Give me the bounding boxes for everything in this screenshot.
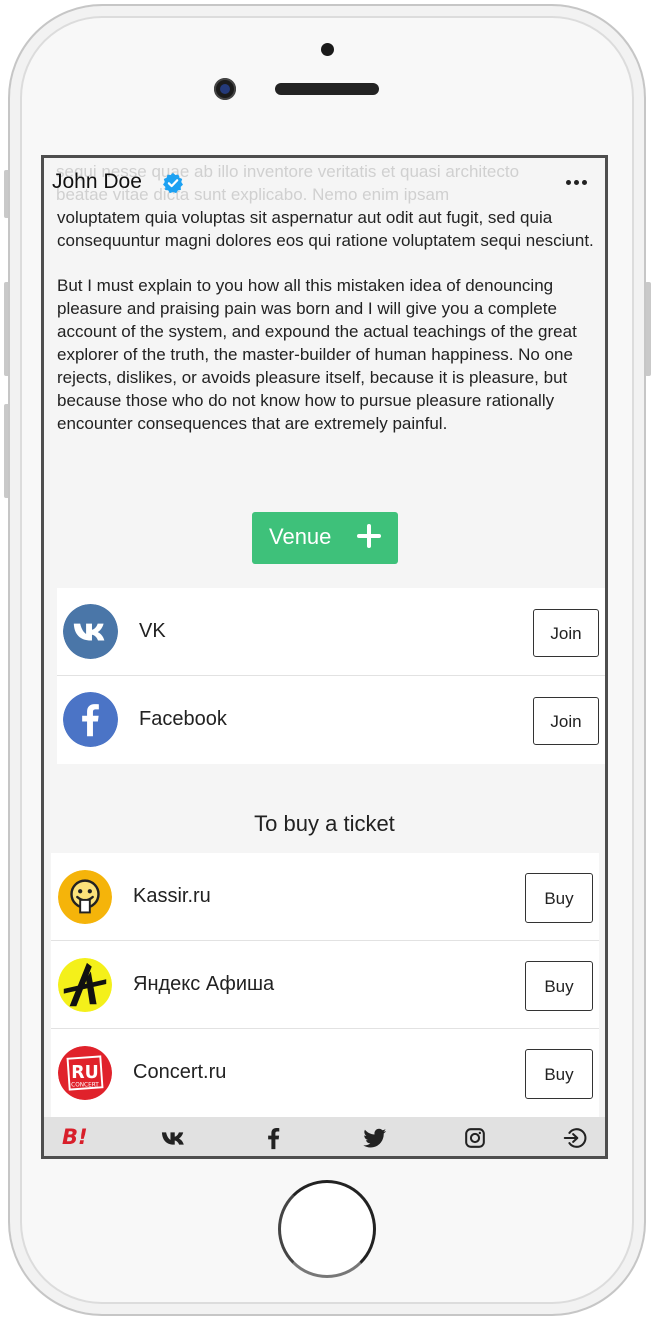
- proximity-sensor: [321, 43, 334, 56]
- facebook-icon: [63, 692, 118, 747]
- tickets-section-title: To buy a ticket: [254, 811, 395, 836]
- venue-button-label: Venue: [269, 524, 332, 549]
- join-button[interactable]: Join: [533, 697, 599, 745]
- group-name: VK: [139, 620, 166, 642]
- concert-ru-logo: RU CONCERT: [58, 1046, 112, 1100]
- list-item-vk: VK Join: [57, 588, 605, 676]
- kassir-logo: [58, 870, 112, 924]
- description-paragraph: voluptatem quia voluptas sit aspernatur …: [57, 208, 594, 250]
- bottom-nav-bar: B!: [44, 1117, 605, 1156]
- brand-icon[interactable]: B!: [62, 1125, 88, 1149]
- vk-icon: [63, 604, 118, 659]
- add-venue-button[interactable]: Venue: [252, 512, 398, 564]
- login-icon[interactable]: [562, 1126, 588, 1150]
- list-item-facebook: Facebook Join: [57, 676, 605, 764]
- buy-button[interactable]: Buy: [525, 961, 593, 1011]
- instagram-icon[interactable]: [462, 1126, 488, 1150]
- concert-logo-text: RU: [71, 1063, 98, 1083]
- app-screen: sequi nesse quae ab illo inventore verit…: [41, 155, 608, 1159]
- description-paragraph: But I must explain to you how all this m…: [57, 276, 577, 433]
- more-options-icon[interactable]: [564, 174, 590, 190]
- join-button[interactable]: Join: [533, 609, 599, 657]
- plus-icon: [357, 524, 381, 548]
- facebook-icon[interactable]: [261, 1126, 287, 1150]
- profile-header: sequi nesse quae ab illo inventore verit…: [44, 158, 605, 206]
- profile-name[interactable]: John Doe: [52, 170, 142, 194]
- vendor-name: Яндекс Афиша: [133, 973, 275, 995]
- group-name: Facebook: [139, 708, 227, 730]
- twitter-icon[interactable]: [362, 1126, 388, 1150]
- vendor-name: Concert.ru: [133, 1061, 227, 1083]
- verified-badge-icon: [163, 172, 183, 194]
- home-button[interactable]: [278, 1180, 376, 1278]
- list-item-kassir: Kassir.ru Buy: [51, 853, 599, 941]
- social-groups-list: VK Join Facebook Join: [57, 588, 605, 764]
- vk-icon[interactable]: [161, 1126, 187, 1150]
- buy-button[interactable]: Buy: [525, 873, 593, 923]
- yandex-afisha-logo: [58, 958, 112, 1012]
- front-camera: [214, 78, 236, 100]
- brand-icon-text: B!: [62, 1125, 88, 1149]
- concert-logo-subtext: CONCERT: [71, 1083, 99, 1089]
- vendor-name: Kassir.ru: [133, 885, 211, 907]
- ticket-vendors-list: Kassir.ru Buy Яндекс Афиша Buy RU CONCER…: [51, 853, 599, 1117]
- event-description: voluptatem quia voluptas sit aspernatur …: [57, 206, 597, 457]
- buy-button[interactable]: Buy: [525, 1049, 593, 1099]
- earpiece-speaker: [275, 83, 379, 95]
- list-item-yandex-afisha: Яндекс Афиша Buy: [51, 941, 599, 1029]
- list-item-concert-ru: RU CONCERT Concert.ru Buy: [51, 1029, 599, 1117]
